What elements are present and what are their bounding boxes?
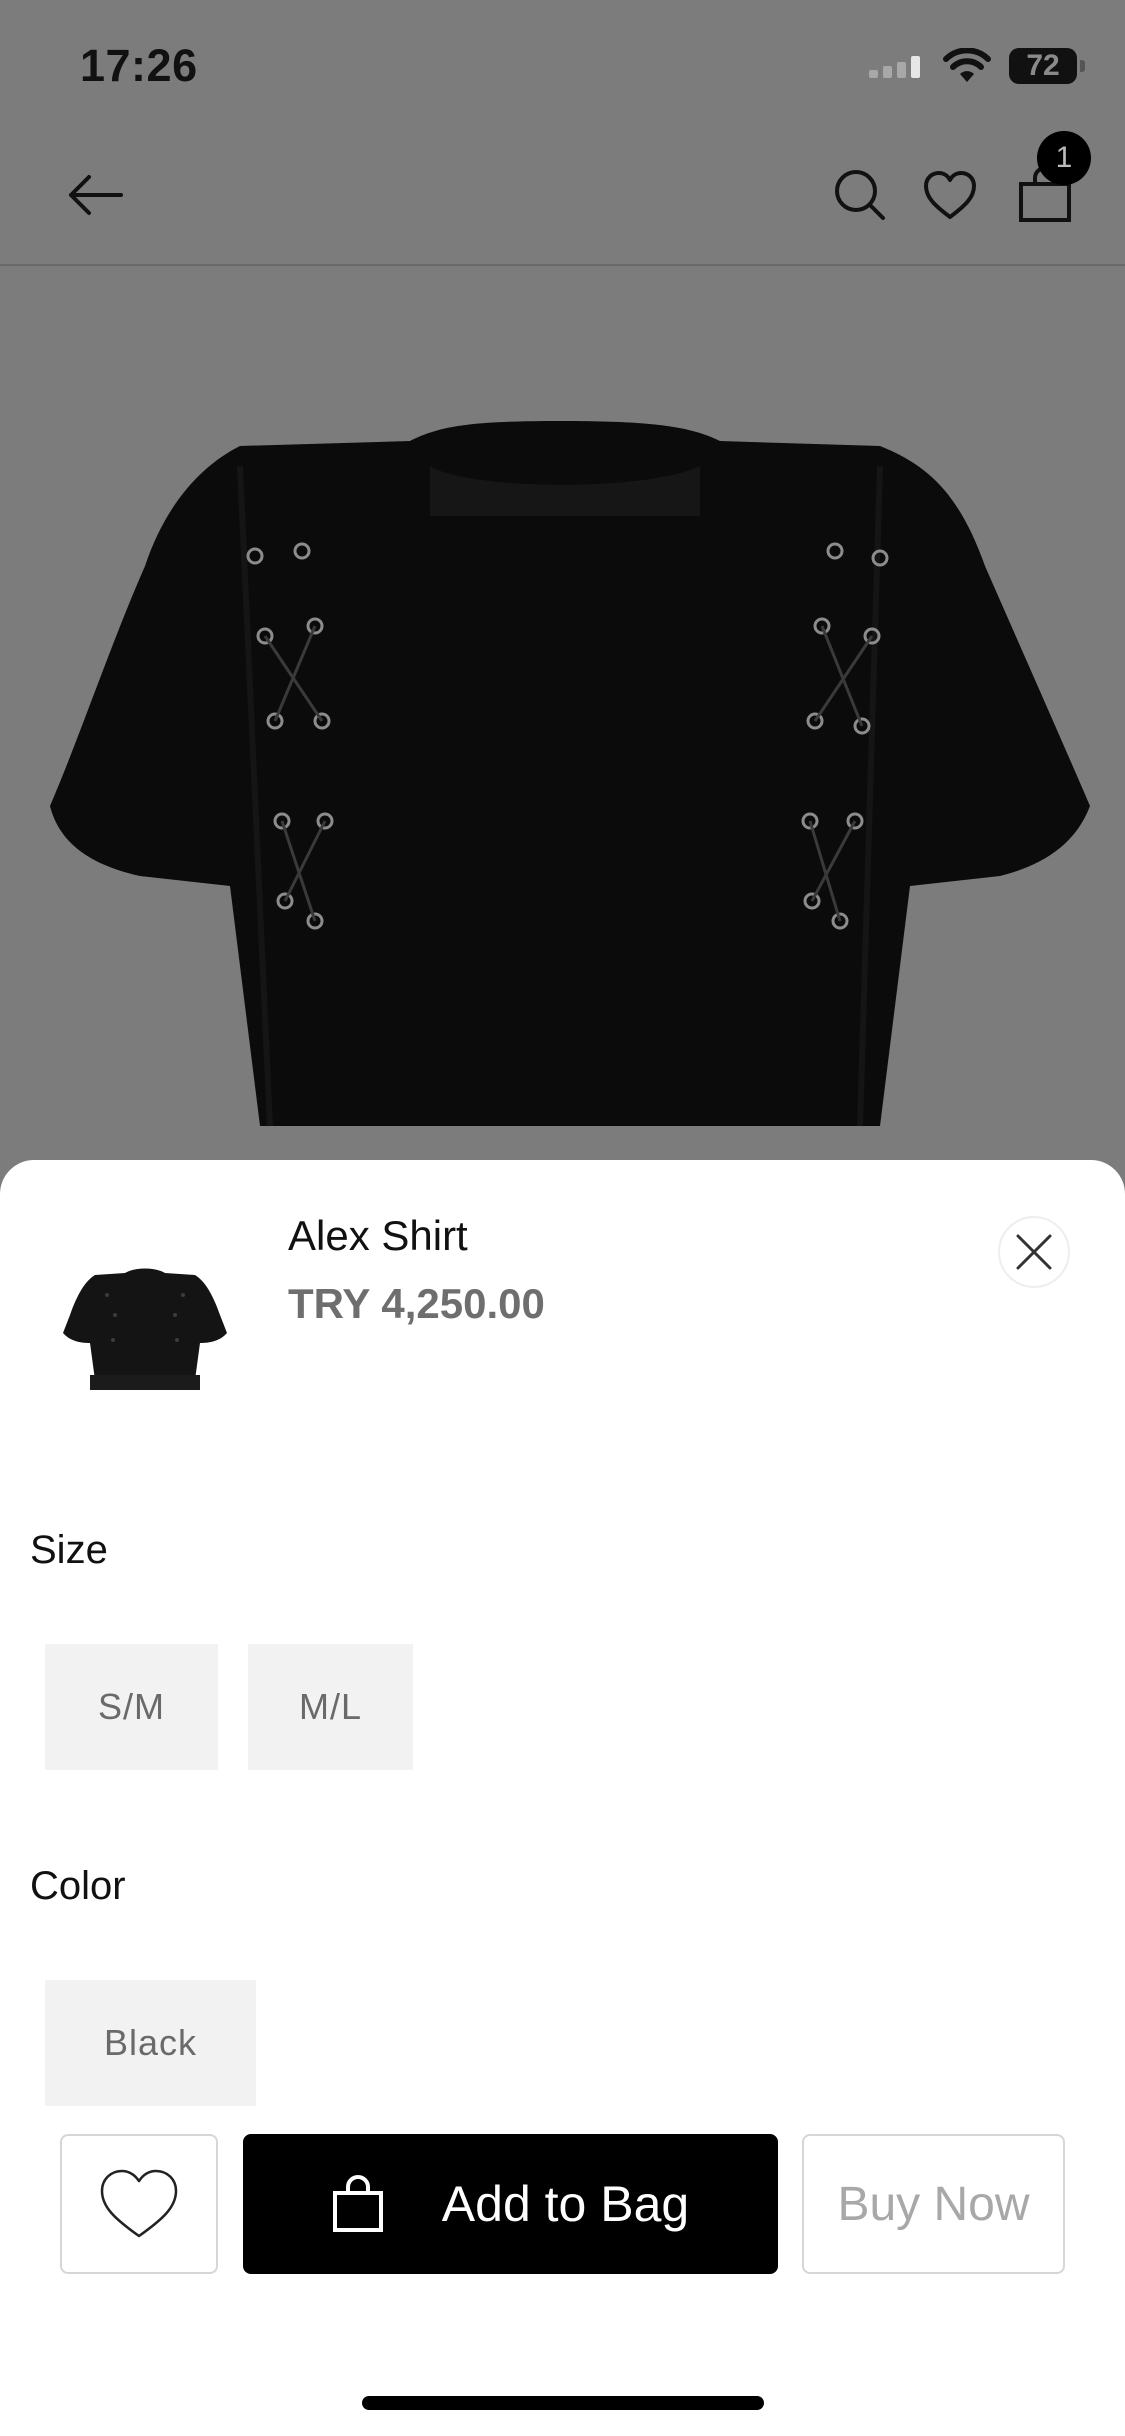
color-option-black[interactable]: Black	[45, 1980, 256, 2106]
heart-outline-icon	[100, 2169, 178, 2238]
wishlist-nav-button[interactable]	[910, 155, 990, 235]
add-to-bag-sheet: Alex Shirt TRY 4,250.00 Size S/M M/L Col…	[0, 1160, 1125, 2436]
add-to-wishlist-button[interactable]	[60, 2134, 218, 2274]
size-option-ml[interactable]: M/L	[248, 1644, 413, 1770]
home-indicator[interactable]	[362, 2396, 764, 2410]
wifi-icon	[943, 48, 991, 82]
product-name: Alex Shirt	[288, 1212, 468, 1259]
add-to-bag-label: Add to Bag	[441, 2176, 690, 2232]
close-sheet-button[interactable]	[998, 1216, 1070, 1288]
product-thumbnail	[55, 1215, 235, 1405]
back-button[interactable]	[55, 155, 135, 235]
cellular-signal-icon	[869, 56, 920, 78]
search-icon	[835, 170, 885, 220]
battery-level: 72	[1026, 49, 1060, 82]
close-icon	[1016, 1234, 1052, 1270]
size-option-sm[interactable]: S/M	[45, 1644, 218, 1770]
product-price: TRY 4,250.00	[288, 1280, 545, 1327]
cart-count-badge: 1	[1037, 131, 1091, 185]
size-section-label: Size	[30, 1528, 108, 1572]
battery-indicator: 72	[1009, 48, 1085, 84]
status-bar: 17:26 72	[0, 0, 1125, 130]
top-nav: 1	[0, 130, 1125, 266]
buy-now-button[interactable]: Buy Now	[802, 2134, 1065, 2274]
product-thumbnail-image	[63, 1268, 227, 1390]
status-icons: 72	[869, 48, 1085, 84]
shopping-bag-icon	[332, 2175, 383, 2232]
add-to-bag-button[interactable]: Add to Bag	[243, 2134, 778, 2274]
search-button[interactable]	[820, 155, 900, 235]
product-photo	[50, 421, 1090, 1127]
arrow-left-icon	[69, 175, 123, 215]
product-hero-image	[0, 266, 1125, 1166]
cart-button[interactable]: 1	[1005, 131, 1091, 235]
heart-icon	[924, 171, 976, 219]
color-section-label: Color	[30, 1864, 126, 1908]
product-screen: 17:26 72 1 Alex Shirt TRY 4,250.00 Size …	[0, 0, 1125, 2436]
status-time: 17:26	[80, 40, 198, 91]
buy-now-label: Buy Now	[837, 2177, 1030, 2231]
